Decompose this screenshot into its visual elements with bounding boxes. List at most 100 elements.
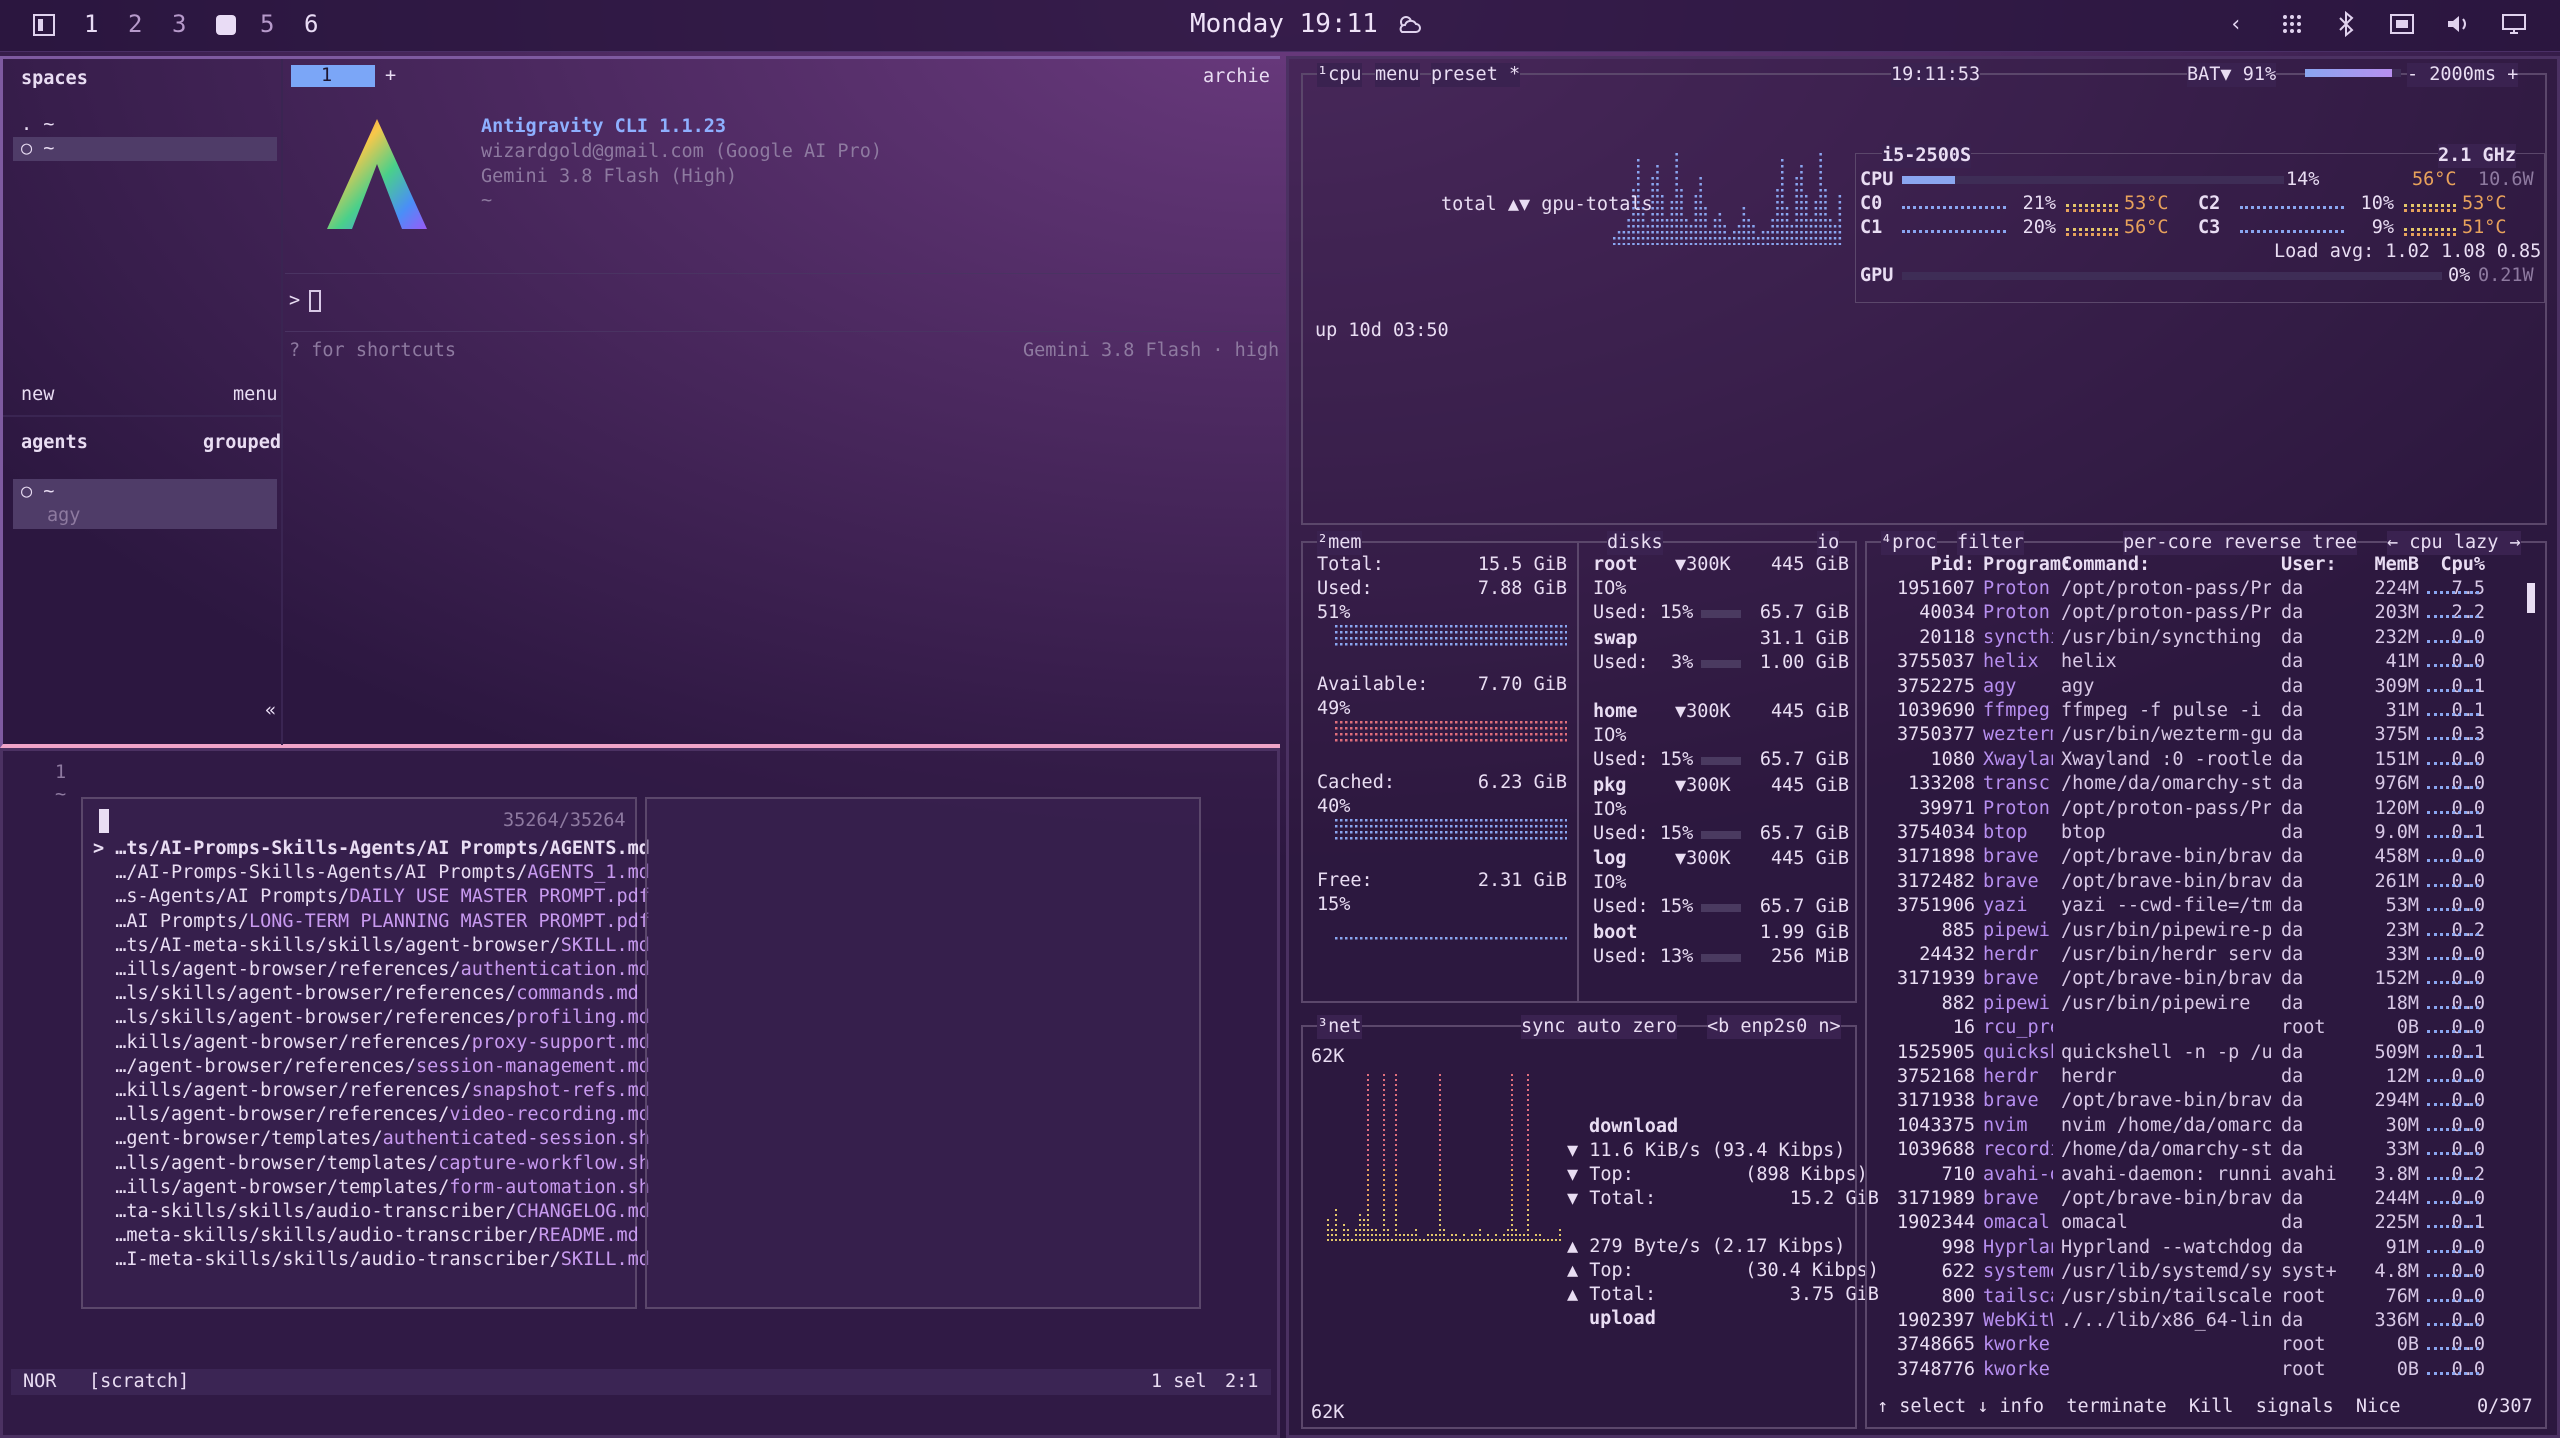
proc-row[interactable]: 1039690 ffmpeg ffmpeg -f pulse -i a da 31M 0.… xyxy=(1867,699,2527,723)
proc-row[interactable]: 3171898 brave/opt/brave-bin/brave da 458M 0.… xyxy=(1867,845,2527,869)
sort-control[interactable]: ← cpu lazy → xyxy=(2387,531,2521,555)
proc-row[interactable]: 3748776 kworker/root 0B 0.0 xyxy=(1867,1358,2527,1382)
picker-cursor[interactable] xyxy=(99,809,109,833)
proc-row[interactable]: 885 pipewire/usr/bin/pipewire-pu da 23M 0.2 xyxy=(1867,919,2527,943)
disk-name: pkg xyxy=(1593,774,1626,798)
file-item[interactable]: …ills/agent-browser/references/authentic… xyxy=(93,958,633,982)
file-item[interactable]: …ls/skills/agent-browser/references/comm… xyxy=(93,982,633,1006)
menu-button[interactable]: menu xyxy=(233,383,278,407)
proc-row[interactable]: 3752275 agy agy da 309M 0.1 xyxy=(1867,675,2527,699)
workspace-5[interactable]: 5 xyxy=(260,10,274,38)
proc-tab[interactable]: ⁴proc xyxy=(1881,531,1937,555)
proc-row[interactable]: 622 systemd- /usr/lib/systemd/sys syst+ 4.8M… xyxy=(1867,1260,2527,1284)
proc-row[interactable]: 3755037 helix helix da 41M 0.0 xyxy=(1867,650,2527,674)
new-button[interactable]: new xyxy=(21,383,54,407)
workspace-2[interactable]: 2 xyxy=(128,10,142,38)
proc-row[interactable]: 800 tailscal/usr/sbin/tailscaled root 76M 0.… xyxy=(1867,1285,2527,1309)
proc-row[interactable]: 3171938 brave/opt/brave-bin/brave da 294M 0.… xyxy=(1867,1089,2527,1113)
file-item[interactable]: …/AI-Promps-Skills-Agents/AI Prompts/AGE… xyxy=(93,861,633,885)
editor-pane[interactable]: 1 ~ 35264/35264 > …ts/AI-Promps-Skills-A… xyxy=(0,748,1280,1438)
disks-tab[interactable]: disks xyxy=(1607,531,1663,555)
proc-row[interactable]: 3754034 btop btop da 9.0M 0.1 xyxy=(1867,821,2527,845)
file-item[interactable]: …lls/agent-browser/references/video-reco… xyxy=(93,1103,633,1127)
space-item-selected[interactable]: ○ ~ xyxy=(13,137,277,161)
file-item[interactable]: …gent-browser/templates/authenticated-se… xyxy=(93,1127,633,1151)
file-name: capture-workflow.sh xyxy=(438,1153,650,1174)
prompt-input[interactable] xyxy=(309,290,321,312)
proc-row[interactable]: 20118 syncthin/usr/bin/syncthing s da 232M 0… xyxy=(1867,626,2527,650)
file-item[interactable]: …ls/skills/agent-browser/references/prof… xyxy=(93,1006,633,1030)
proc-row[interactable]: 1902344 omacal omacal da 225M 0.1 xyxy=(1867,1211,2527,1235)
proc-cell: 0.2 xyxy=(2427,919,2485,943)
file-item[interactable]: …lls/agent-browser/templates/capture-wor… xyxy=(93,1152,633,1176)
graph-label[interactable]: total ▲▼ gpu-totals xyxy=(1441,193,1653,217)
screenshot-icon[interactable] xyxy=(2388,10,2416,38)
workspace-3[interactable]: 3 xyxy=(172,10,186,38)
layout-icon[interactable] xyxy=(30,11,58,39)
collapse-button[interactable]: « xyxy=(265,699,276,723)
file-item[interactable]: …ts/AI-meta-skills/skills/agent-browser/… xyxy=(93,934,633,958)
workspace-6[interactable]: 6 xyxy=(304,10,318,38)
bluetooth-icon[interactable] xyxy=(2332,10,2360,38)
io-toggle[interactable]: io xyxy=(1817,531,1839,555)
net-tab[interactable]: ³net xyxy=(1317,1015,1362,1039)
terminal[interactable]: 1 + archie Antigravity CLI 1.1.23 wizard… xyxy=(285,59,1280,745)
proc-row[interactable]: 1951607 Proton P/opt/proton-pass/Pro da 224… xyxy=(1867,577,2527,601)
workspace-1[interactable]: 1 xyxy=(84,10,98,38)
tab-add-button[interactable]: + xyxy=(385,64,396,88)
proc-row[interactable]: 40034 Proton P/opt/proton-pass/Pro da 203M 2… xyxy=(1867,601,2527,625)
proc-row[interactable]: 1043375 nvim nvim /home/da/omarch da 30M 0.0 xyxy=(1867,1114,2527,1138)
proc-row[interactable]: 16 rcu_pree root 0B 0.0 xyxy=(1867,1016,2527,1040)
proc-row[interactable]: 3750377 wezterm- /usr/bin/wezterm-gui da 375… xyxy=(1867,723,2527,747)
proc-row[interactable]: 3751906 yazi yazi --cwd-file=/tmp da 53M 0.0 xyxy=(1867,894,2527,918)
file-item[interactable]: > …ts/AI-Promps-Skills-Agents/AI Prompts… xyxy=(93,837,633,861)
file-item[interactable]: …AI Prompts/LONG-TERM PLANNING MASTER PR… xyxy=(93,910,633,934)
proc-row[interactable]: 133208 transcri/home/da/omarchy-stt da 976M… xyxy=(1867,772,2527,796)
net-interface[interactable]: <b enp2s0 n> xyxy=(1707,1015,1841,1039)
proc-row[interactable]: 3748665 kworker/root 0B 0.0 xyxy=(1867,1333,2527,1357)
proc-row[interactable]: 39971 Proton P/opt/proton-pass/Pro da 120M 0… xyxy=(1867,797,2527,821)
mem-tab[interactable]: ²mem xyxy=(1317,531,1362,555)
scrollbar[interactable] xyxy=(2527,583,2535,613)
proc-row[interactable]: 998 Hyprland Hyprland --watchdog-da 91M 0.0 xyxy=(1867,1236,2527,1260)
proc-row[interactable]: 1039688 recordin/home/da/omarchy-stt da 33M… xyxy=(1867,1138,2527,1162)
chevron-left-icon[interactable]: ‹ xyxy=(2222,10,2250,38)
volume-icon[interactable] xyxy=(2444,10,2472,38)
proc-row[interactable]: 24432 herdr/usr/bin/herdr serve da 33M 0.0 xyxy=(1867,943,2527,967)
file-item[interactable]: …kills/agent-browser/references/proxy-su… xyxy=(93,1031,633,1055)
proc-footer[interactable]: ↑ select ↓ info terminate Kill signals N… xyxy=(1877,1395,2400,1419)
proc-row[interactable]: 1525905 quickshe quickshell -n -p /us da 509… xyxy=(1867,1041,2527,1065)
preset-button[interactable]: preset * xyxy=(1431,63,1520,87)
interval-control[interactable]: - 2000ms + xyxy=(2407,63,2518,87)
proc-row[interactable]: 3172482 brave/opt/brave-bin/brave da 261M 0.… xyxy=(1867,870,2527,894)
net-options[interactable]: sync auto zero xyxy=(1521,1015,1677,1039)
menu-button[interactable]: menu xyxy=(1375,63,1420,87)
weather-icon[interactable] xyxy=(1394,10,1422,38)
proc-row[interactable]: 710 avahi-da avahi-daemon: runnin avahi 3.8M… xyxy=(1867,1163,2527,1187)
space-item[interactable]: . ~ xyxy=(21,113,54,137)
filter-button[interactable]: filter xyxy=(1957,531,2024,555)
cpu-tab[interactable]: ¹cpu xyxy=(1317,63,1362,87)
file-item[interactable]: …kills/agent-browser/references/snapshot… xyxy=(93,1079,633,1103)
proc-row[interactable]: 3171989 brave/opt/brave-bin/brave da 244M 0.… xyxy=(1867,1187,2527,1211)
proc-row[interactable]: 1902397 WebKitWe ./../lib/x86_64-linu da 336… xyxy=(1867,1309,2527,1333)
file-item[interactable]: …/agent-browser/references/session-manag… xyxy=(93,1055,633,1079)
display-icon[interactable] xyxy=(2500,10,2528,38)
agent-item[interactable]: ○ ~ agy xyxy=(13,479,277,529)
proc-row[interactable]: 1080 Xwayland Xwayland :0 -rootles da 151M 0.… xyxy=(1867,748,2527,772)
tab-1[interactable]: 1 xyxy=(291,65,375,87)
file-item[interactable]: …meta-skills/skills/audio-transcriber/RE… xyxy=(93,1224,633,1248)
file-item[interactable]: …I-meta-skills/skills/audio-transcriber/… xyxy=(93,1248,633,1272)
proc-row[interactable]: 3752168 herdr herdr da 12M 0.0 xyxy=(1867,1065,2527,1089)
file-item[interactable]: …ills/agent-browser/templates/form-autom… xyxy=(93,1176,633,1200)
proc-row[interactable]: 3171939 brave/opt/brave-bin/brave da 152M 0.… xyxy=(1867,967,2527,991)
clock[interactable]: Monday 19:11 xyxy=(1190,9,1378,39)
grid-icon[interactable] xyxy=(2278,10,2306,38)
file-picker[interactable]: 35264/35264 > …ts/AI-Promps-Skills-Agent… xyxy=(81,797,637,1309)
proc-row[interactable]: 882 pipewire/usr/bin/pipewire da 18M 0.0 xyxy=(1867,992,2527,1016)
file-item[interactable]: …ta-skills/skills/audio-transcriber/CHAN… xyxy=(93,1200,633,1224)
workspace-4-active[interactable] xyxy=(216,15,236,35)
proc-options[interactable]: per-core reverse tree xyxy=(2123,531,2357,555)
file-item[interactable]: …s-Agents/AI Prompts/DAILY USE MASTER PR… xyxy=(93,885,633,909)
grouped-toggle[interactable]: grouped xyxy=(203,431,281,455)
